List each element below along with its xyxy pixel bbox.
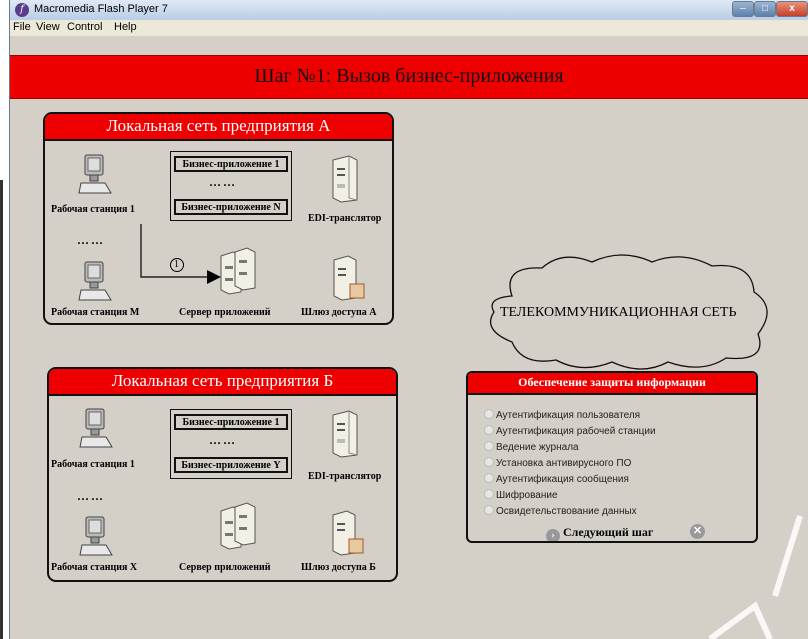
watermark-graphic — [708, 515, 803, 639]
window-title: Macromedia Flash Player 7 — [34, 3, 168, 15]
flash-player-window: f Macromedia Flash Player 7 – □ x File V… — [9, 0, 808, 639]
flash-stage: Шаг №1: Вызов бизнес-приложения Локальна… — [10, 36, 808, 639]
flash-logo-icon: f — [15, 3, 29, 17]
menu-view[interactable]: View — [36, 21, 60, 33]
title-bar[interactable]: f Macromedia Flash Player 7 – □ x — [10, 0, 808, 21]
close-window-button[interactable]: x — [776, 1, 808, 17]
menu-bar: File View Control Help — [10, 20, 808, 36]
menu-file[interactable]: File — [13, 21, 31, 33]
menu-control[interactable]: Control — [67, 21, 102, 33]
menu-help[interactable]: Help — [114, 21, 137, 33]
maximize-button[interactable]: □ — [754, 1, 776, 17]
left-edge-bar — [0, 180, 3, 639]
minimize-button[interactable]: – — [732, 1, 754, 17]
